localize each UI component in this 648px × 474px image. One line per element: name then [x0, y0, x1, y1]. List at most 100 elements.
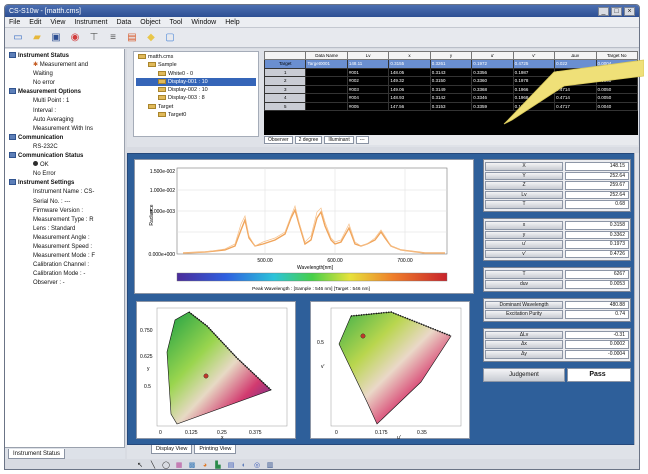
table-row[interactable]: Target Target0001 148.11 0.3155 0.3261 0.1972… [264, 59, 638, 69]
menu-edit[interactable]: Edit [29, 19, 41, 26]
tree-group[interactable]: Communication Status [7, 152, 122, 161]
menu-help[interactable]: Help [225, 19, 239, 26]
table-cell: 0.0050 [595, 84, 638, 94]
tab-display-view[interactable]: Display View [151, 445, 193, 454]
spectral-graph[interactable]: 1.500e-002 1.000e-002 5.000e-003 0.000e+… [134, 159, 474, 294]
graph-icon[interactable]: ▦ [174, 460, 184, 469]
tree-item[interactable]: Measurement Type : R [7, 216, 122, 225]
folder-icon[interactable]: ◆ [144, 31, 158, 45]
tree-item[interactable]: Serial No. : --- [7, 198, 122, 207]
file-tree-item[interactable]: matth.cms [136, 53, 256, 61]
stat-icon[interactable]: ▥ [265, 460, 275, 469]
menu-tool[interactable]: Tool [170, 19, 183, 26]
file-tree-item[interactable]: Target0 [136, 111, 256, 119]
column-header[interactable]: v' [512, 51, 556, 60]
column-header[interactable]: Δuv [554, 51, 597, 60]
color-icon[interactable]: ▤ [125, 31, 139, 45]
tree-item-label: Interval : [33, 107, 57, 114]
save-icon[interactable]: ▣ [49, 31, 63, 45]
open-icon[interactable]: ▰ [30, 31, 44, 45]
ellipse-icon[interactable]: ◯ [161, 460, 171, 469]
left-tab-strip: Instrument Status [5, 447, 125, 459]
cie-xy-chart[interactable]: 0 0.125 0.25 0.375 0.750 0.625 0.5 y x [136, 301, 296, 441]
tree-item[interactable]: Measurement Speed : [7, 243, 122, 252]
window-icon[interactable]: ▢ [163, 31, 177, 45]
illuminant-value[interactable]: --- [355, 136, 369, 144]
menu-view[interactable]: View [50, 19, 65, 26]
maximize-button[interactable]: □ [611, 6, 622, 16]
file-tree-item[interactable]: Sample [136, 61, 256, 69]
tree-item[interactable]: RS-232C [7, 143, 122, 152]
tree-item[interactable]: Waiting [7, 70, 122, 79]
file-tree-item[interactable]: Display-001 : 10 [136, 77, 256, 87]
menu-window[interactable]: Window [191, 19, 216, 26]
column-header[interactable]: Lv [346, 51, 390, 60]
tree-item[interactable]: Interval : [7, 107, 122, 116]
tree-item-label: Measurement and [39, 62, 89, 69]
tree-group[interactable]: Instrument Status [7, 52, 122, 61]
vertical-scrollbar[interactable] [634, 153, 639, 445]
table-row[interactable]: 4 #004 148.93 0.3142 0.3346 0.1968 0.4714 0.005… [264, 93, 638, 103]
table-row[interactable]: 2 #002 149.32 0.3150 0.3360 0.1978 0.4705 0.005… [264, 76, 638, 86]
table-row[interactable]: 3 #003 149.06 0.3149 0.3368 0.1966 0.4714 0.005… [264, 84, 638, 94]
tree-item[interactable]: Auto Averaging [7, 116, 122, 125]
value-group: x 0.3158 y 0.3362 u' 0.1973 v' 0.4726 [483, 217, 631, 262]
tree-item[interactable]: No Error [7, 170, 122, 179]
file-tree-item[interactable]: Display-002 : 10 [136, 86, 256, 94]
tree-item[interactable]: Lens : Standard [7, 225, 122, 234]
tree-item[interactable]: Calibration Mode : - [7, 270, 122, 279]
column-header[interactable]: Data Name [305, 51, 348, 60]
tree-item[interactable]: Measurement Mode : F [7, 252, 122, 261]
column-header[interactable]: y [429, 51, 473, 60]
column-header[interactable]: u' [471, 51, 514, 60]
chart-icon[interactable]: ≡ [106, 31, 120, 45]
calibrate-icon[interactable]: ⊤ [87, 31, 101, 45]
new-icon[interactable]: ▭ [11, 31, 25, 45]
table-icon[interactable]: ▤ [226, 460, 236, 469]
tree-item[interactable]: No error [7, 79, 122, 88]
pointer-icon[interactable]: ↖ [135, 460, 145, 469]
file-tree-item[interactable]: Display-003 : 8 [136, 94, 256, 102]
sample-point-uv [360, 333, 366, 339]
tree-item[interactable]: ✱ Measurement and [7, 61, 122, 70]
tree-item[interactable]: Calibration Channel : [7, 261, 122, 270]
menu-file[interactable]: File [9, 19, 20, 26]
table-cell: 0.1978 [512, 76, 556, 86]
table-row[interactable]: 5 #005 147.56 0.3153 0.3359 0.1965 0.4717 0.004… [264, 101, 638, 111]
tree-item[interactable]: Measurement Angle : [7, 234, 122, 243]
measure-icon[interactable]: ◉ [68, 31, 82, 45]
tree-group[interactable]: Measurement Options [7, 88, 122, 97]
file-tree-item[interactable]: White0 - 0 [136, 70, 256, 78]
table-cell: 0.3360 [471, 76, 514, 86]
tree-item[interactable]: Instrument Name : CS- [7, 188, 122, 197]
menu-bar: File Edit View Instrument Data Object To… [5, 17, 639, 28]
grid-icon[interactable]: ▩ [187, 460, 197, 469]
tree-group[interactable]: Instrument Settings [7, 179, 122, 188]
menu-data[interactable]: Data [116, 19, 131, 26]
file-tree-item[interactable]: Target [136, 103, 256, 111]
menu-object[interactable]: Object [140, 19, 160, 26]
observer-value[interactable]: 2 degree [294, 136, 323, 144]
bar-icon[interactable]: ▙ [213, 460, 223, 469]
y-tick-1: 1.500e-002 [150, 169, 176, 175]
cie-uv-chart[interactable]: 0 0.175 0.35 0.5 v' u' [310, 301, 470, 441]
menu-instrument[interactable]: Instrument [74, 19, 107, 26]
tree-group[interactable]: Communication [7, 133, 122, 143]
ring-icon[interactable]: ◎ [252, 460, 262, 469]
close-button[interactable]: × [624, 6, 635, 16]
line-icon[interactable]: ╲ [148, 460, 158, 469]
tree-item[interactable]: Multi Point : 1 [7, 97, 122, 106]
minimize-button[interactable]: _ [598, 6, 609, 16]
tab-instrument-status[interactable]: Instrument Status [8, 448, 66, 459]
tab-printing-view[interactable]: Printing View [194, 445, 237, 454]
column-header[interactable] [264, 51, 307, 60]
tree-item[interactable]: OK [7, 161, 122, 170]
tree-item[interactable]: Firmware Version : [7, 207, 122, 216]
tree-item[interactable]: Measurement With Ins [7, 125, 122, 134]
tree-item[interactable]: Observer : - [7, 279, 122, 288]
table-row[interactable]: 1 #001 148.05 0.3143 0.3356 0.1987 0.4717 0.005… [264, 67, 638, 77]
column-header[interactable]: Target No [595, 51, 638, 60]
color-icon[interactable]: ◕ [200, 460, 210, 469]
cie-icon[interactable]: ◐ [239, 460, 249, 469]
column-header[interactable]: x [388, 51, 431, 60]
